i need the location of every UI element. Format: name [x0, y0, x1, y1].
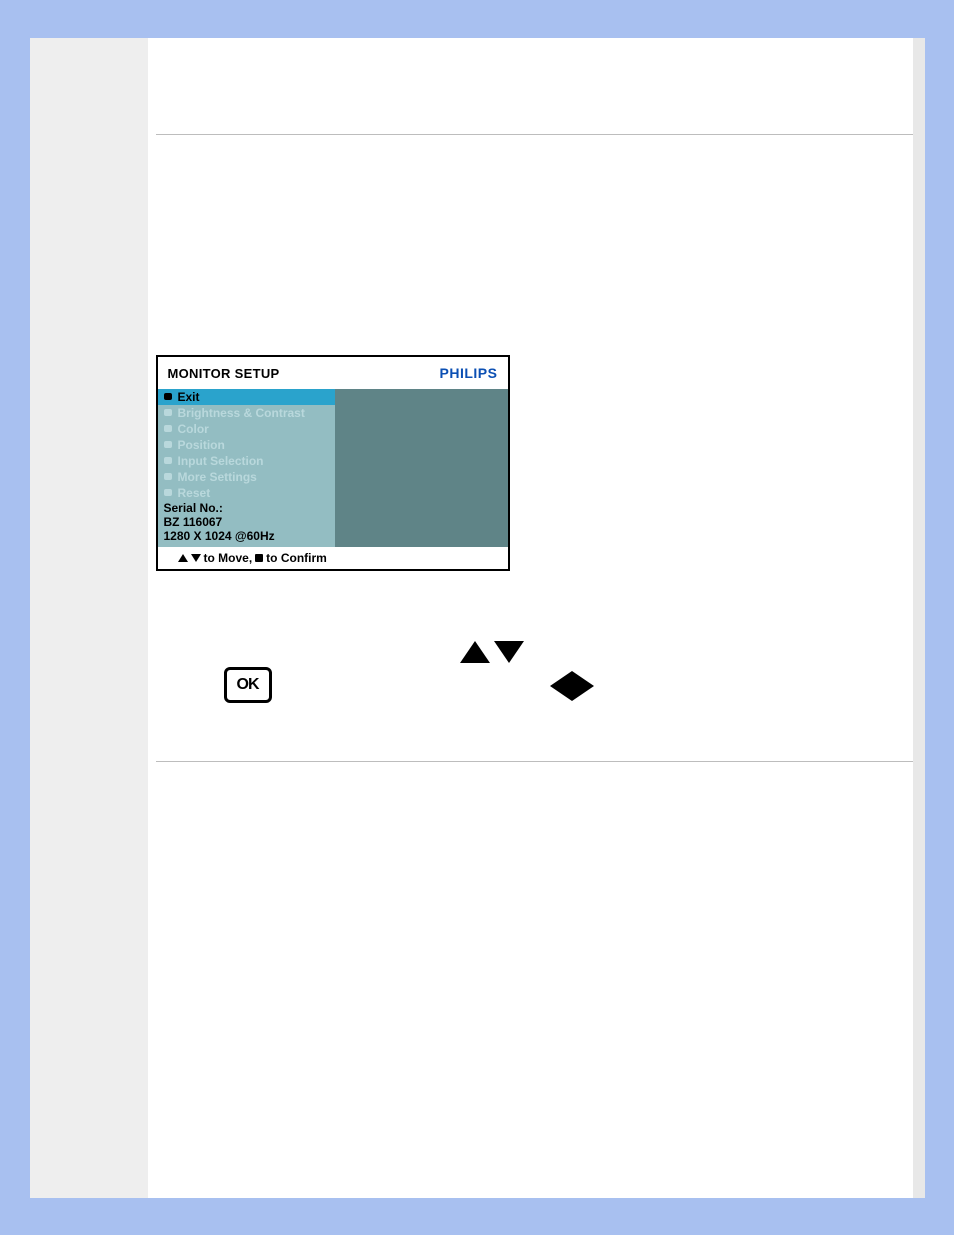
brand-logo: PHILIPS: [440, 365, 498, 381]
arrow-down-icon: [191, 554, 201, 562]
page-viewport: MONITOR SETUP PHILIPS Exit Brightness & …: [0, 0, 954, 1235]
serial-label: Serial No.:: [164, 501, 275, 515]
osd-item-reset[interactable]: Reset: [158, 485, 335, 501]
osd-body: Exit Brightness & Contrast Color Positio…: [158, 389, 508, 547]
osd-info-block: Serial No.: BZ 116067 1280 X 1024 @60Hz: [164, 501, 275, 543]
footer-confirm-text: to Confirm: [266, 551, 327, 565]
arrow-right-icon: [572, 671, 594, 701]
arrow-left-icon: [550, 671, 572, 701]
left-right-arrows-icon: [550, 671, 594, 701]
footer-move-text: to Move,: [204, 551, 253, 565]
confirm-square-icon: [255, 554, 263, 562]
ok-button-icon: OK: [224, 667, 272, 703]
osd-wrapper: MONITOR SETUP PHILIPS Exit Brightness & …: [156, 355, 925, 571]
left-sidebar: [30, 38, 148, 1198]
osd-item-input-selection[interactable]: Input Selection: [158, 453, 335, 469]
resolution-value: 1280 X 1024 @60Hz: [164, 529, 275, 543]
arrow-down-icon: [494, 641, 524, 663]
arrow-up-icon: [178, 554, 188, 562]
osd-title: MONITOR SETUP: [168, 366, 280, 381]
osd-header: MONITOR SETUP PHILIPS: [158, 357, 508, 389]
osd-item-color[interactable]: Color: [158, 421, 335, 437]
osd-footer: to Move, to Confirm: [158, 547, 508, 569]
osd-item-more-settings[interactable]: More Settings: [158, 469, 335, 485]
divider-top: [156, 134, 916, 135]
osd-item-exit[interactable]: Exit: [158, 389, 335, 405]
main-content: MONITOR SETUP PHILIPS Exit Brightness & …: [148, 38, 925, 1198]
osd-detail-pane: [335, 389, 508, 547]
osd-item-brightness-contrast[interactable]: Brightness & Contrast: [158, 405, 335, 421]
osd-panel: MONITOR SETUP PHILIPS Exit Brightness & …: [156, 355, 510, 571]
serial-value: BZ 116067: [164, 515, 275, 529]
divider-mid: [156, 761, 916, 762]
osd-menu-list: Exit Brightness & Contrast Color Positio…: [158, 389, 335, 547]
arrow-up-icon: [460, 641, 490, 663]
control-instructions: OK: [224, 641, 925, 721]
osd-item-position[interactable]: Position: [158, 437, 335, 453]
document-sheet: MONITOR SETUP PHILIPS Exit Brightness & …: [30, 38, 925, 1198]
up-down-arrows-icon: [460, 641, 524, 663]
ok-label: OK: [237, 676, 259, 694]
